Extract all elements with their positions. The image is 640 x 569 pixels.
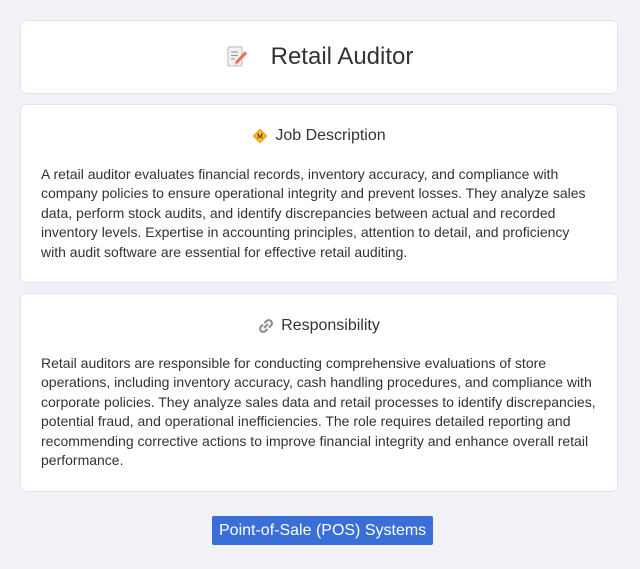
memo-pencil-icon <box>225 45 249 69</box>
page-title: Retail Auditor <box>270 43 414 70</box>
job-description-text: A retail auditor evaluates financial rec… <box>41 166 586 260</box>
diamond-badge-icon: M <box>252 128 268 144</box>
job-description-card: M Job Description A retail auditor evalu… <box>20 104 618 283</box>
section-heading: Responsibility <box>281 317 380 334</box>
skill-tag[interactable]: Point-of-Sale (POS) Systems <box>212 516 434 545</box>
section-heading: Job Description <box>275 127 386 144</box>
svg-text:M: M <box>257 134 263 141</box>
link-icon <box>258 318 274 334</box>
responsibility-text: Retail auditors are responsible for cond… <box>41 355 596 469</box>
title-card: Retail Auditor <box>20 20 618 94</box>
responsibility-heading-row: Responsibility <box>21 317 617 335</box>
responsibility-card: Responsibility Retail auditors are respo… <box>20 293 618 492</box>
job-description-heading-row: M Job Description <box>21 127 617 145</box>
